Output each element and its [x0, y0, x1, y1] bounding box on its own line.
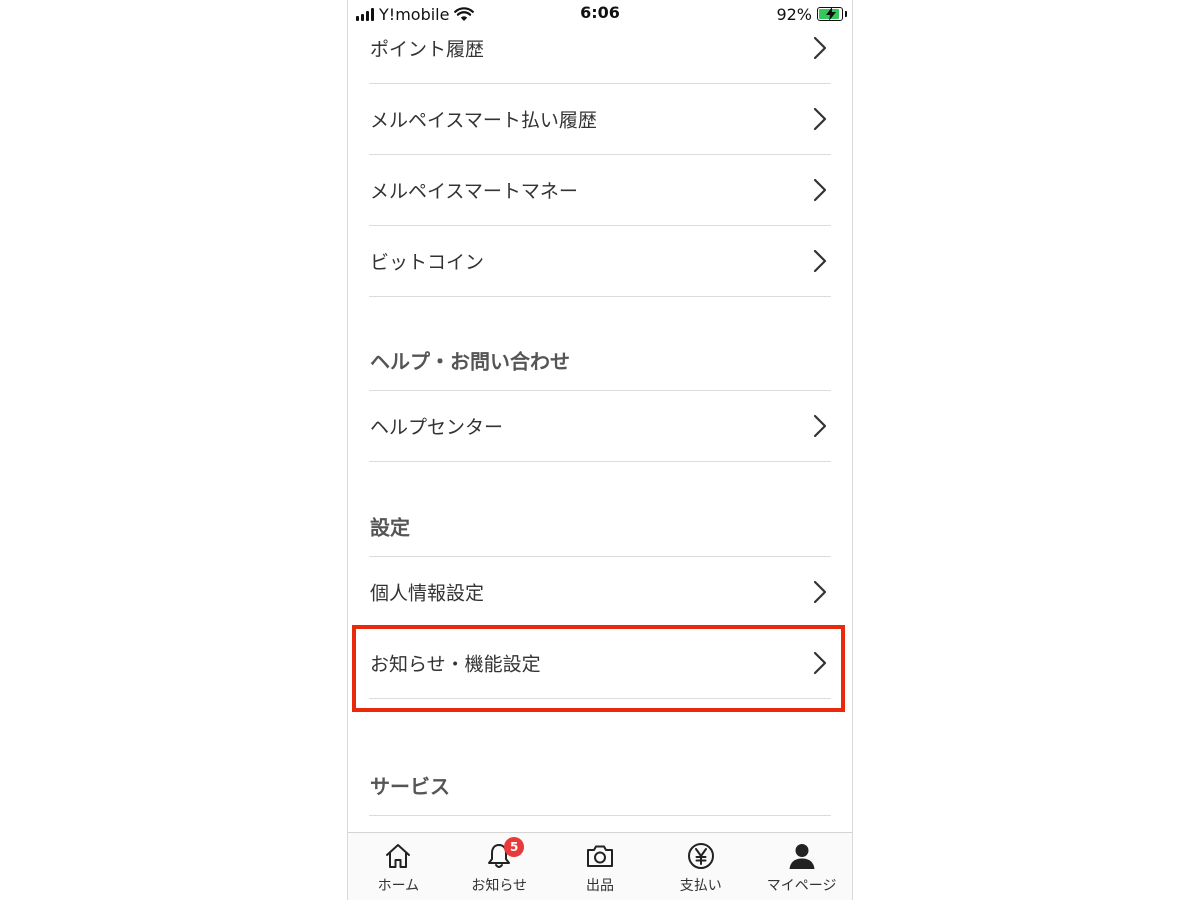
menu-item-smart-money[interactable]: メルペイスマートマネー	[369, 155, 831, 226]
menu-item-label: 個人情報設定	[370, 582, 485, 605]
tab-label: 支払い	[679, 878, 722, 894]
tab-label: 出品	[585, 878, 614, 894]
menu-item-point-history[interactable]: ポイント履歴	[369, 13, 831, 84]
menu-item-bitcoin[interactable]: ビットコイン	[369, 226, 831, 297]
menu-item-label: メルペイスマートマネー	[370, 180, 578, 203]
chevron-right-icon	[813, 580, 827, 604]
home-icon	[386, 844, 411, 868]
mypage-menu: ポイント履歴 メルペイスマート払い履歴 メルペイスマートマネー ビットコイン ヘ…	[348, 0, 852, 832]
tab-sell[interactable]: 出品	[550, 833, 651, 900]
notification-badge: 5	[504, 837, 525, 857]
menu-item-label: お知らせ・機能設定	[370, 653, 541, 676]
menu-item-label: ヘルプセンター	[370, 416, 504, 439]
section-title-settings: 設定	[369, 496, 831, 557]
menu-item-notification-feature-settings[interactable]: お知らせ・機能設定	[369, 628, 831, 699]
section-title-help: ヘルプ・お問い合わせ	[369, 330, 831, 391]
chevron-right-icon	[813, 36, 827, 60]
chevron-right-icon	[813, 249, 827, 273]
tab-label: マイページ	[766, 878, 837, 894]
person-icon	[789, 844, 815, 869]
menu-item-label: ポイント履歴	[370, 38, 485, 61]
tab-bar: ホーム 5 お知らせ 出品 支払い マイページ	[348, 832, 852, 900]
yen-icon	[687, 843, 714, 869]
section-title-label: ヘルプ・お問い合わせ	[370, 349, 570, 374]
tab-payment[interactable]: 支払い	[650, 833, 751, 900]
menu-item-label: ビットコイン	[370, 251, 485, 274]
tab-notifications[interactable]: 5 お知らせ	[449, 833, 550, 900]
chevron-right-icon	[813, 651, 827, 675]
menu-item-smart-pay-history[interactable]: メルペイスマート払い履歴	[369, 84, 831, 155]
tab-label: お知らせ	[471, 878, 528, 894]
tab-label: ホーム	[377, 878, 420, 894]
tab-mypage[interactable]: マイページ	[751, 833, 852, 900]
tab-home[interactable]: ホーム	[348, 833, 449, 900]
section-title-label: 設定	[370, 515, 410, 540]
camera-icon	[586, 845, 613, 867]
phone-screen: Y!mobile 6:06 92% ポイント履歴 メルペイスマート払い履歴 メル…	[347, 0, 853, 900]
menu-item-personal-info-settings[interactable]: 個人情報設定	[369, 557, 831, 628]
chevron-right-icon	[813, 107, 827, 131]
section-title-label: サービス	[370, 774, 450, 799]
section-title-service: サービス	[369, 755, 831, 816]
menu-item-help-center[interactable]: ヘルプセンター	[369, 391, 831, 462]
chevron-right-icon	[813, 178, 827, 202]
menu-item-label: メルペイスマート払い履歴	[370, 109, 597, 132]
chevron-right-icon	[813, 414, 827, 438]
